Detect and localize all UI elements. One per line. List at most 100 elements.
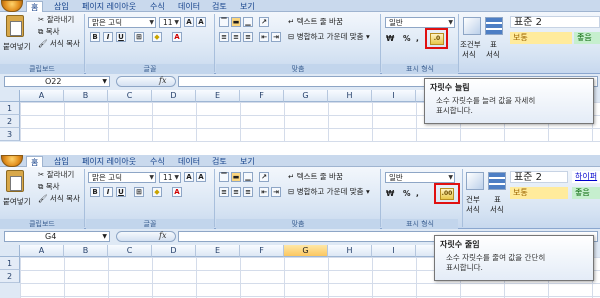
- format-painter-button[interactable]: 🖌 서식 복사: [38, 194, 80, 204]
- align-left-icon[interactable]: ≡: [219, 32, 229, 42]
- underline-button[interactable]: U: [116, 187, 126, 197]
- column-header[interactable]: G: [284, 90, 328, 102]
- table-format-button-line2[interactable]: 서식: [490, 205, 504, 215]
- column-header[interactable]: G: [284, 245, 328, 257]
- align-bottom-icon[interactable]: ▁: [243, 172, 253, 182]
- indent-increase-icon[interactable]: ⇥: [271, 32, 281, 42]
- conditional-format-button-line2[interactable]: 서식: [466, 205, 480, 215]
- shrink-font-icon[interactable]: A: [196, 172, 206, 182]
- comma-button[interactable]: ,: [416, 189, 419, 199]
- fill-color-icon[interactable]: ◆: [152, 32, 162, 42]
- number-format-combo[interactable]: 일반 ▼: [385, 17, 455, 28]
- tab-review[interactable]: 검토: [208, 1, 231, 12]
- currency-button[interactable]: ₩: [386, 34, 394, 44]
- column-header[interactable]: F: [240, 245, 284, 257]
- row-header[interactable]: 1: [0, 257, 20, 270]
- bold-button[interactable]: B: [90, 187, 100, 197]
- column-header[interactable]: F: [240, 90, 284, 102]
- text-orientation-icon[interactable]: ↗: [259, 17, 269, 27]
- copy-button[interactable]: ⧉ 복사: [38, 27, 60, 37]
- select-all-corner[interactable]: [0, 245, 20, 257]
- tab-insert[interactable]: 삽입: [50, 1, 73, 12]
- column-header[interactable]: C: [108, 245, 152, 257]
- align-right-icon[interactable]: ≡: [243, 32, 253, 42]
- paste-icon[interactable]: [6, 15, 24, 37]
- percent-button[interactable]: %: [403, 189, 411, 199]
- tab-review[interactable]: 검토: [208, 156, 231, 167]
- paste-icon[interactable]: [6, 170, 24, 192]
- column-header[interactable]: E: [196, 90, 240, 102]
- wrap-text-button[interactable]: ↵ 텍스트 줄 바꿈: [288, 172, 343, 182]
- paste-button[interactable]: 붙여넣기: [3, 197, 31, 207]
- underline-button[interactable]: U: [116, 32, 126, 42]
- column-header[interactable]: I: [372, 90, 416, 102]
- align-top-icon[interactable]: ▔: [219, 17, 229, 27]
- column-header[interactable]: D: [152, 245, 196, 257]
- style-normal-2[interactable]: 표준 2: [510, 171, 568, 183]
- paste-button[interactable]: 붙여넣기: [3, 42, 31, 52]
- style-good[interactable]: 좋음: [572, 187, 600, 199]
- style-hyperlink[interactable]: 하이퍼: [572, 171, 600, 183]
- percent-button[interactable]: %: [403, 34, 411, 44]
- tab-data[interactable]: 데이터: [174, 1, 204, 12]
- formula-bar-handle[interactable]: [116, 231, 176, 242]
- select-all-corner[interactable]: [0, 90, 20, 102]
- fill-color-icon[interactable]: ◆: [152, 187, 162, 197]
- tab-page-layout[interactable]: 페이지 레이아웃: [78, 156, 140, 167]
- border-icon[interactable]: ⊞: [134, 187, 144, 197]
- align-middle-icon[interactable]: ▬: [231, 17, 241, 27]
- style-neutral[interactable]: 보통: [510, 32, 572, 44]
- align-center-icon[interactable]: ≡: [231, 187, 241, 197]
- style-good[interactable]: 좋음: [574, 32, 600, 44]
- column-header[interactable]: I: [372, 245, 416, 257]
- fx-icon[interactable]: fx: [159, 76, 166, 85]
- font-color-icon[interactable]: A: [172, 32, 182, 42]
- merge-center-button[interactable]: ⊟ 병합하고 가운데 맞춤 ▾: [288, 32, 370, 42]
- conditional-format-button[interactable]: 조건부: [460, 40, 481, 50]
- cut-button[interactable]: ✂ 잘라내기: [38, 170, 74, 180]
- font-size-combo[interactable]: 11 ▼: [159, 17, 181, 28]
- copy-button[interactable]: ⧉ 복사: [38, 182, 60, 192]
- formula-bar-handle[interactable]: [116, 76, 176, 87]
- tab-view[interactable]: 보기: [236, 1, 259, 12]
- currency-button[interactable]: ₩: [386, 189, 394, 199]
- row-header[interactable]: 2: [0, 270, 20, 283]
- column-header[interactable]: D: [152, 90, 196, 102]
- number-format-combo[interactable]: 일반 ▼: [385, 172, 455, 183]
- tab-home[interactable]: 홈: [26, 156, 44, 167]
- font-name-combo[interactable]: 맑은 고딕 ▼: [88, 17, 156, 28]
- cut-button[interactable]: ✂ 잘라내기: [38, 15, 74, 25]
- name-box[interactable]: O22 ▼: [4, 76, 110, 87]
- table-format-icon[interactable]: [485, 17, 503, 35]
- font-size-combo[interactable]: 11 ▼: [159, 172, 181, 183]
- office-button-icon[interactable]: [1, 0, 23, 12]
- wrap-text-button[interactable]: ↵ 텍스트 줄 바꿈: [288, 17, 343, 27]
- column-header[interactable]: B: [64, 90, 108, 102]
- conditional-format-button-line2[interactable]: 서식: [462, 50, 476, 60]
- italic-button[interactable]: I: [103, 32, 113, 42]
- row-header[interactable]: 2: [0, 115, 20, 128]
- indent-increase-icon[interactable]: ⇥: [271, 187, 281, 197]
- font-name-combo[interactable]: 맑은 고딕 ▼: [88, 172, 156, 183]
- indent-decrease-icon[interactable]: ⇤: [259, 32, 269, 42]
- tab-data[interactable]: 데이터: [174, 156, 204, 167]
- italic-button[interactable]: I: [103, 187, 113, 197]
- tab-home[interactable]: 홈: [26, 1, 44, 12]
- tab-insert[interactable]: 삽입: [50, 156, 73, 167]
- name-box[interactable]: G4 ▼: [4, 231, 110, 242]
- align-left-icon[interactable]: ≡: [219, 187, 229, 197]
- indent-decrease-icon[interactable]: ⇤: [259, 187, 269, 197]
- conditional-format-icon[interactable]: [466, 172, 484, 190]
- row-header[interactable]: 3: [0, 128, 20, 141]
- tab-page-layout[interactable]: 페이지 레이아웃: [78, 1, 140, 12]
- column-header[interactable]: C: [108, 90, 152, 102]
- align-bottom-icon[interactable]: ▁: [243, 17, 253, 27]
- border-icon[interactable]: ⊞: [134, 32, 144, 42]
- column-header[interactable]: H: [328, 90, 372, 102]
- grow-font-icon[interactable]: A: [184, 17, 194, 27]
- bold-button[interactable]: B: [90, 32, 100, 42]
- table-format-button[interactable]: 표: [490, 40, 497, 50]
- column-header[interactable]: E: [196, 245, 240, 257]
- grow-font-icon[interactable]: A: [184, 172, 194, 182]
- column-header[interactable]: B: [64, 245, 108, 257]
